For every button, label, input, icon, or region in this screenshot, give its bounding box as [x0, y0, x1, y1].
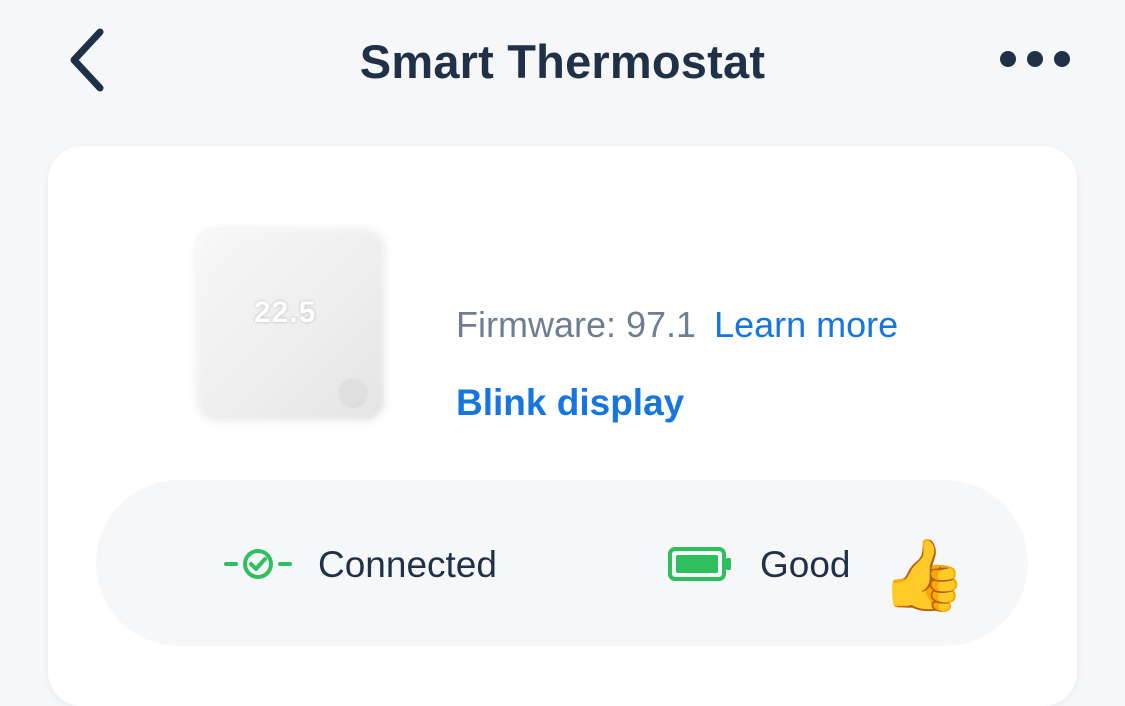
thermostat-touch-button — [338, 378, 368, 408]
firmware-row: Firmware: 97.1 Learn more — [456, 304, 898, 346]
connected-check-icon — [224, 549, 292, 579]
status-bar: Connected Good 👍 — [96, 480, 1028, 646]
top-bar: Smart Thermostat — [0, 0, 1125, 130]
more-options-button[interactable] — [990, 40, 1080, 80]
more-horizontal-icon — [1000, 51, 1070, 67]
connection-status: Connected — [318, 544, 497, 585]
thermostat-image: 22.5 — [198, 230, 384, 420]
thermostat-display-reading: 22.5 — [254, 296, 317, 329]
thumbs-up-icon: 👍 — [880, 536, 968, 614]
firmware-version: Firmware: 97.1 — [456, 304, 697, 345]
blink-display-link[interactable]: Blink display — [456, 382, 684, 424]
page-title: Smart Thermostat — [359, 35, 766, 88]
device-card: 22.5 Firmware: 97.1 Learn more Blink disp… — [48, 146, 1077, 706]
battery-full-icon — [668, 547, 731, 581]
learn-more-link[interactable]: Learn more — [714, 304, 898, 345]
battery-status: Good — [760, 544, 851, 585]
